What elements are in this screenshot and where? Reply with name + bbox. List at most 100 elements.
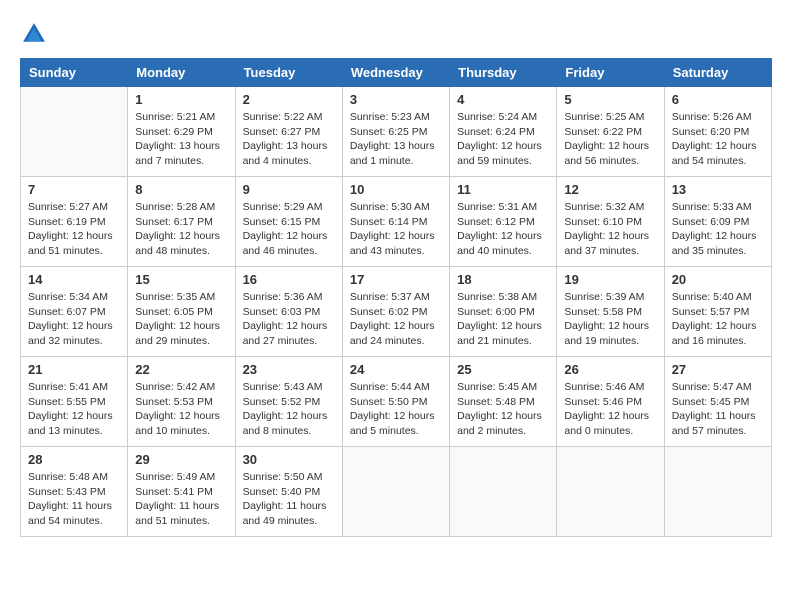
day-number: 16 bbox=[243, 272, 335, 287]
day-info: Sunrise: 5:31 AM Sunset: 6:12 PM Dayligh… bbox=[457, 200, 549, 259]
day-number: 29 bbox=[135, 452, 227, 467]
day-cell: 29 Sunrise: 5:49 AM Sunset: 5:41 PM Dayli… bbox=[128, 447, 235, 537]
day-number: 13 bbox=[672, 182, 764, 197]
day-cell: 2 Sunrise: 5:22 AM Sunset: 6:27 PM Daylig… bbox=[235, 87, 342, 177]
day-cell bbox=[557, 447, 664, 537]
week-row-2: 7 Sunrise: 5:27 AM Sunset: 6:19 PM Daylig… bbox=[21, 177, 772, 267]
day-cell: 16 Sunrise: 5:36 AM Sunset: 6:03 PM Dayli… bbox=[235, 267, 342, 357]
day-cell: 23 Sunrise: 5:43 AM Sunset: 5:52 PM Dayli… bbox=[235, 357, 342, 447]
day-number: 27 bbox=[672, 362, 764, 377]
day-cell: 1 Sunrise: 5:21 AM Sunset: 6:29 PM Daylig… bbox=[128, 87, 235, 177]
day-number: 3 bbox=[350, 92, 442, 107]
day-cell: 25 Sunrise: 5:45 AM Sunset: 5:48 PM Dayli… bbox=[450, 357, 557, 447]
day-cell: 7 Sunrise: 5:27 AM Sunset: 6:19 PM Daylig… bbox=[21, 177, 128, 267]
day-info: Sunrise: 5:39 AM Sunset: 5:58 PM Dayligh… bbox=[564, 290, 656, 349]
week-row-5: 28 Sunrise: 5:48 AM Sunset: 5:43 PM Dayli… bbox=[21, 447, 772, 537]
day-cell: 10 Sunrise: 5:30 AM Sunset: 6:14 PM Dayli… bbox=[342, 177, 449, 267]
day-number: 1 bbox=[135, 92, 227, 107]
day-info: Sunrise: 5:34 AM Sunset: 6:07 PM Dayligh… bbox=[28, 290, 120, 349]
day-number: 7 bbox=[28, 182, 120, 197]
day-info: Sunrise: 5:33 AM Sunset: 6:09 PM Dayligh… bbox=[672, 200, 764, 259]
day-cell: 13 Sunrise: 5:33 AM Sunset: 6:09 PM Dayli… bbox=[664, 177, 771, 267]
week-row-3: 14 Sunrise: 5:34 AM Sunset: 6:07 PM Dayli… bbox=[21, 267, 772, 357]
day-info: Sunrise: 5:25 AM Sunset: 6:22 PM Dayligh… bbox=[564, 110, 656, 169]
day-cell: 15Sunrise: 5:35 AM Sunset: 6:05 PM Dayli… bbox=[128, 267, 235, 357]
day-info: Sunrise: 5:28 AM Sunset: 6:17 PM Dayligh… bbox=[135, 200, 227, 259]
day-number: 24 bbox=[350, 362, 442, 377]
day-cell: 28 Sunrise: 5:48 AM Sunset: 5:43 PM Dayli… bbox=[21, 447, 128, 537]
day-number: 10 bbox=[350, 182, 442, 197]
day-number: 14 bbox=[28, 272, 120, 287]
day-number: 25 bbox=[457, 362, 549, 377]
day-number: 19 bbox=[564, 272, 656, 287]
day-info: Sunrise: 5:40 AM Sunset: 5:57 PM Dayligh… bbox=[672, 290, 764, 349]
day-info: Sunrise: 5:44 AM Sunset: 5:50 PM Dayligh… bbox=[350, 380, 442, 439]
day-cell: 21Sunrise: 5:41 AM Sunset: 5:55 PM Dayli… bbox=[21, 357, 128, 447]
day-info: Sunrise: 5:41 AM Sunset: 5:55 PM Dayligh… bbox=[28, 380, 120, 439]
day-info: Sunrise: 5:21 AM Sunset: 6:29 PM Dayligh… bbox=[135, 110, 227, 169]
day-cell bbox=[21, 87, 128, 177]
day-info: Sunrise: 5:43 AM Sunset: 5:52 PM Dayligh… bbox=[243, 380, 335, 439]
day-number: 2 bbox=[243, 92, 335, 107]
header-monday: Monday bbox=[128, 59, 235, 87]
day-cell: 18 Sunrise: 5:38 AM Sunset: 6:00 PM Dayli… bbox=[450, 267, 557, 357]
day-cell: 4 Sunrise: 5:24 AM Sunset: 6:24 PM Daylig… bbox=[450, 87, 557, 177]
day-number: 6 bbox=[672, 92, 764, 107]
page-header bbox=[20, 20, 772, 48]
day-info: Sunrise: 5:45 AM Sunset: 5:48 PM Dayligh… bbox=[457, 380, 549, 439]
day-info: Sunrise: 5:35 AM Sunset: 6:05 PM Dayligh… bbox=[135, 290, 227, 349]
day-cell: 12 Sunrise: 5:32 AM Sunset: 6:10 PM Dayli… bbox=[557, 177, 664, 267]
day-cell: 22Sunrise: 5:42 AM Sunset: 5:53 PM Dayli… bbox=[128, 357, 235, 447]
day-cell: 27Sunrise: 5:47 AM Sunset: 5:45 PM Dayli… bbox=[664, 357, 771, 447]
day-cell: 17 Sunrise: 5:37 AM Sunset: 6:02 PM Dayli… bbox=[342, 267, 449, 357]
day-cell: 30 Sunrise: 5:50 AM Sunset: 5:40 PM Dayli… bbox=[235, 447, 342, 537]
day-info: Sunrise: 5:30 AM Sunset: 6:14 PM Dayligh… bbox=[350, 200, 442, 259]
day-number: 9 bbox=[243, 182, 335, 197]
day-cell: 14 Sunrise: 5:34 AM Sunset: 6:07 PM Dayli… bbox=[21, 267, 128, 357]
day-number: 18 bbox=[457, 272, 549, 287]
day-cell: 26 Sunrise: 5:46 AM Sunset: 5:46 PM Dayli… bbox=[557, 357, 664, 447]
day-info: Sunrise: 5:27 AM Sunset: 6:19 PM Dayligh… bbox=[28, 200, 120, 259]
logo bbox=[20, 20, 52, 48]
day-info: Sunrise: 5:49 AM Sunset: 5:41 PM Dayligh… bbox=[135, 470, 227, 529]
day-cell: 24 Sunrise: 5:44 AM Sunset: 5:50 PM Dayli… bbox=[342, 357, 449, 447]
header-saturday: Saturday bbox=[664, 59, 771, 87]
day-info: Sunrise: 5:24 AM Sunset: 6:24 PM Dayligh… bbox=[457, 110, 549, 169]
day-cell: 9 Sunrise: 5:29 AM Sunset: 6:15 PM Daylig… bbox=[235, 177, 342, 267]
day-cell: 8 Sunrise: 5:28 AM Sunset: 6:17 PM Daylig… bbox=[128, 177, 235, 267]
day-number: 23 bbox=[243, 362, 335, 377]
day-number: 4 bbox=[457, 92, 549, 107]
day-cell: 5 Sunrise: 5:25 AM Sunset: 6:22 PM Daylig… bbox=[557, 87, 664, 177]
day-info: Sunrise: 5:50 AM Sunset: 5:40 PM Dayligh… bbox=[243, 470, 335, 529]
day-cell: 6 Sunrise: 5:26 AM Sunset: 6:20 PM Daylig… bbox=[664, 87, 771, 177]
logo-icon bbox=[20, 20, 48, 48]
day-cell: 19 Sunrise: 5:39 AM Sunset: 5:58 PM Dayli… bbox=[557, 267, 664, 357]
day-info: Sunrise: 5:48 AM Sunset: 5:43 PM Dayligh… bbox=[28, 470, 120, 529]
day-cell: 11 Sunrise: 5:31 AM Sunset: 6:12 PM Dayli… bbox=[450, 177, 557, 267]
day-number: 20 bbox=[672, 272, 764, 287]
day-info: Sunrise: 5:23 AM Sunset: 6:25 PM Dayligh… bbox=[350, 110, 442, 169]
day-info: Sunrise: 5:26 AM Sunset: 6:20 PM Dayligh… bbox=[672, 110, 764, 169]
day-info: Sunrise: 5:22 AM Sunset: 6:27 PM Dayligh… bbox=[243, 110, 335, 169]
day-number: 26 bbox=[564, 362, 656, 377]
day-info: Sunrise: 5:38 AM Sunset: 6:00 PM Dayligh… bbox=[457, 290, 549, 349]
day-cell: 20 Sunrise: 5:40 AM Sunset: 5:57 PM Dayli… bbox=[664, 267, 771, 357]
calendar-header-row: SundayMondayTuesdayWednesdayThursdayFrid… bbox=[21, 59, 772, 87]
day-info: Sunrise: 5:29 AM Sunset: 6:15 PM Dayligh… bbox=[243, 200, 335, 259]
week-row-1: 1 Sunrise: 5:21 AM Sunset: 6:29 PM Daylig… bbox=[21, 87, 772, 177]
day-info: Sunrise: 5:36 AM Sunset: 6:03 PM Dayligh… bbox=[243, 290, 335, 349]
day-number: 30 bbox=[243, 452, 335, 467]
day-info: Sunrise: 5:46 AM Sunset: 5:46 PM Dayligh… bbox=[564, 380, 656, 439]
day-number: 11 bbox=[457, 182, 549, 197]
day-info: Sunrise: 5:37 AM Sunset: 6:02 PM Dayligh… bbox=[350, 290, 442, 349]
day-number: 12 bbox=[564, 182, 656, 197]
day-cell: 3 Sunrise: 5:23 AM Sunset: 6:25 PM Daylig… bbox=[342, 87, 449, 177]
day-info: Sunrise: 5:32 AM Sunset: 6:10 PM Dayligh… bbox=[564, 200, 656, 259]
day-number: 5 bbox=[564, 92, 656, 107]
day-number: 28 bbox=[28, 452, 120, 467]
header-friday: Friday bbox=[557, 59, 664, 87]
day-info: Sunrise: 5:42 AM Sunset: 5:53 PM Dayligh… bbox=[135, 380, 227, 439]
header-thursday: Thursday bbox=[450, 59, 557, 87]
day-number: 17 bbox=[350, 272, 442, 287]
day-number: 8 bbox=[135, 182, 227, 197]
